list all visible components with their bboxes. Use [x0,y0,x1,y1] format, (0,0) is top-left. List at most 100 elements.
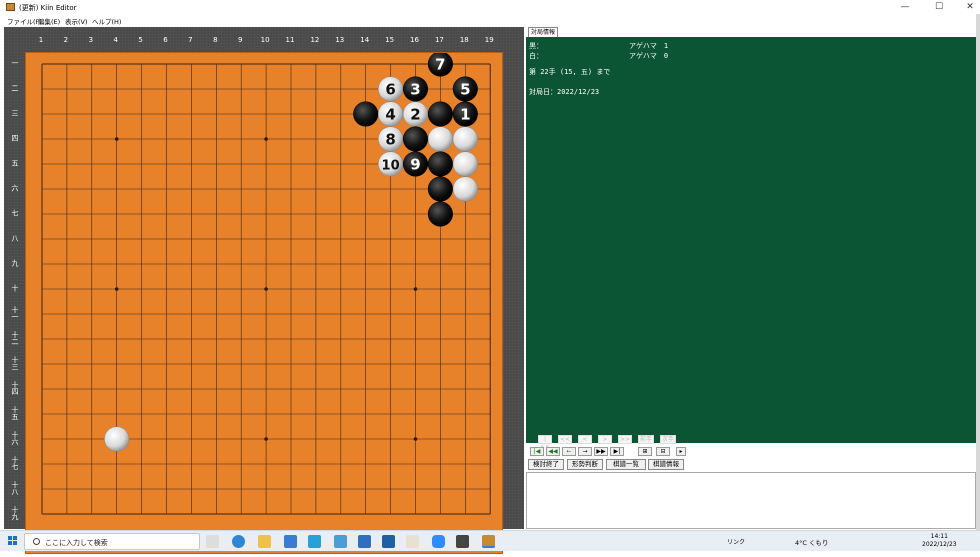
white-captures: アゲハマ 0 [629,52,669,60]
white-stone [427,126,453,152]
row-label: 十 [12,305,19,314]
move-number-label: 1 [460,106,470,124]
next-move-disabled-button[interactable]: 次手 [660,435,676,444]
go-back-button[interactable]: ← [562,447,576,456]
menu-help[interactable]: ヘルプ(H) [92,16,121,26]
move-number-label: 2 [410,106,420,124]
app-icon-blue[interactable] [308,535,321,548]
row-label: 十 [12,330,19,339]
menu-view[interactable]: 表示(V) [65,16,88,26]
nav-forward-disabled-button[interactable]: > [598,435,612,444]
column-label: 14 [360,36,369,44]
column-label: 10 [261,36,270,44]
kifu-info-button[interactable]: 棋譜情報 [648,459,684,470]
go-last-button[interactable]: ▶| [610,447,624,456]
app-icon-light-blue[interactable] [334,535,347,548]
tray-link-label[interactable]: リンク [727,537,745,546]
move-number-label: 8 [385,131,395,149]
column-label: 3 [89,36,93,44]
row-label: 四 [12,388,19,396]
black-stone [427,176,453,202]
nav-first-disabled-button[interactable]: |<< [538,435,552,450]
expand-button[interactable]: ⊞ [638,447,652,456]
row-label: 六 [12,437,19,446]
black-stone [427,101,453,127]
taskbar-clock[interactable]: 14:11 2022/12/23 [922,533,957,549]
go-first-button[interactable]: |◀ [530,447,544,456]
go-forward-button[interactable]: → [578,447,592,456]
task-view-icon[interactable] [206,535,219,548]
row-label: 一 [12,313,19,321]
go-board[interactable]: 7 6 3 5 4 2 1 8 10 9 [25,51,504,555]
row-label: 十 [12,430,19,439]
black-stone [402,126,429,152]
star-point [413,437,418,441]
search-placeholder: ここに入力して検索 [45,539,108,547]
move-number-label: 9 [410,156,420,174]
row-label: 八 [12,488,19,496]
black-player-label: 黒： [529,42,543,50]
star-point [413,287,418,291]
kiin-editor-window: (更新) Kiin Editor — ☐ ✕ ファイル(F) 編集(E) 表示(… [0,0,980,554]
tab-game-info[interactable]: 対局情報 [528,27,558,37]
weather-widget[interactable]: 4°C くもり [795,537,829,547]
file-explorer-icon[interactable] [258,535,271,548]
collapse-button[interactable]: ⊟ [656,447,670,456]
more-button[interactable]: ▸ [676,447,686,456]
end-review-button[interactable]: 検討終了 [528,459,564,470]
white-stone [452,176,478,202]
kifu-list-button[interactable]: 棋譜一覧 [606,459,646,470]
row-label: 八 [12,235,19,243]
go-back-many-button[interactable]: ◀◀ [546,447,560,456]
column-label: 5 [138,36,142,44]
column-label: 18 [460,36,469,44]
windows-start-icon[interactable] [8,536,18,546]
nav-back-many-disabled-button[interactable]: << [558,435,572,444]
star-point [264,137,268,141]
go-forward-many-button[interactable]: ▶▶ [594,447,608,456]
column-label: 17 [435,36,444,44]
row-label: 十 [12,455,19,464]
row-label: 七 [12,462,19,471]
comment-area[interactable] [526,472,976,529]
edge-browser-icon[interactable] [232,535,245,548]
move-number-label: 3 [410,81,420,99]
move-number-label: 6 [385,81,395,99]
move-number-label: 7 [435,56,445,74]
board-frame: 7 6 3 5 4 2 1 8 10 9 1 2 3 4 5 6 7 8 9 10 11 12 13 14 15 16 17 18 1… [4,27,524,554]
move-number-label: 5 [460,81,470,99]
taskbar-search[interactable]: ここに入力して検索 [24,533,200,550]
zoom-icon[interactable] [432,535,445,548]
close-button[interactable]: ✕ [955,0,980,14]
store-icon[interactable] [284,535,297,548]
mail-icon[interactable] [382,535,395,548]
app-icon-dark-blue[interactable] [358,535,371,548]
nav-back-disabled-button[interactable]: < [578,435,592,444]
column-label: 11 [286,36,295,44]
white-stone [104,426,130,452]
prev-move-disabled-button[interactable]: 前手 [638,435,654,444]
minimize-button[interactable]: — [890,0,920,14]
star-point [264,287,268,291]
desktop-edge [976,14,980,530]
maximize-button[interactable]: ☐ [924,0,954,14]
row-label: 三 [12,363,19,371]
app-icon-dark[interactable] [456,535,469,548]
black-stone [353,101,379,127]
row-label: 十 [12,380,19,389]
white-player-label: 白： [529,52,543,60]
kiin-editor-taskbar-icon[interactable] [482,535,495,548]
row-label: 十 [12,405,19,414]
column-label: 15 [385,36,394,44]
menu-bar: ファイル(F) 編集(E) 表示(V) ヘルプ(H) [0,14,980,26]
nav-forward-many-disabled-button[interactable]: >> [618,435,632,444]
column-label: 8 [213,36,217,44]
menu-edit[interactable]: 編集(E) [38,16,60,26]
paint-icon[interactable] [406,535,419,548]
window-title: (更新) Kiin Editor [19,4,77,12]
star-point [114,137,119,141]
menu-file[interactable]: ファイル(F) [7,16,42,26]
position-judgment-button[interactable]: 形勢判断 [567,459,603,470]
board-grid[interactable]: 7 6 3 5 4 2 1 8 10 9 [26,51,504,555]
move-number-label: 10 [382,159,400,174]
